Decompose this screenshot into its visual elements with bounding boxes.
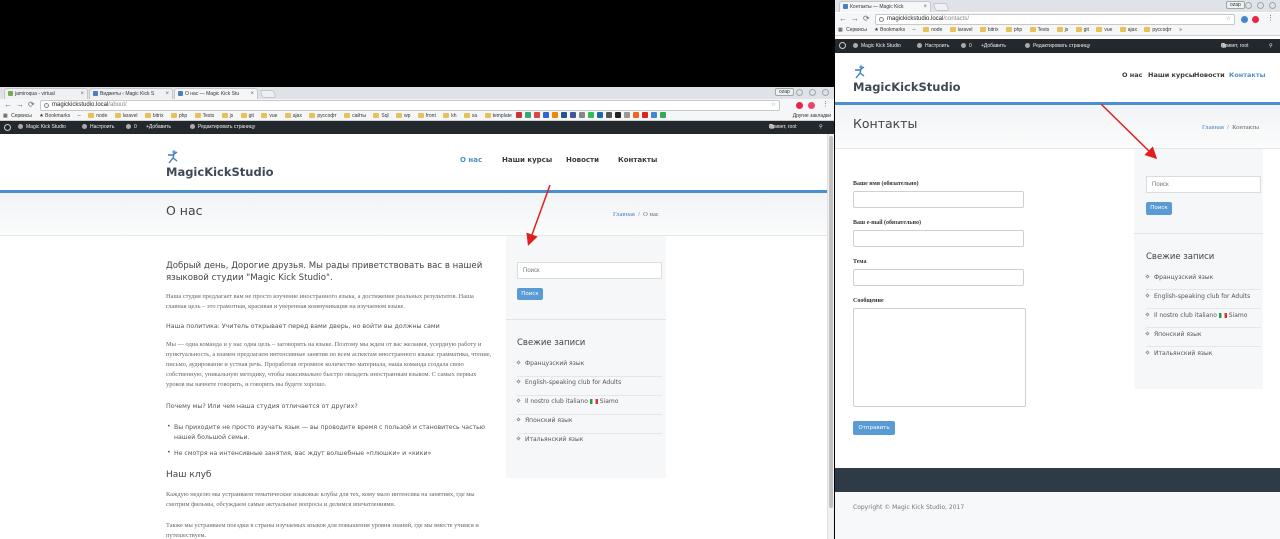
annotation-arrow-right (1100, 103, 1158, 160)
annotation-arrow-left (526, 184, 551, 246)
annotation-overlay (526, 103, 1158, 246)
